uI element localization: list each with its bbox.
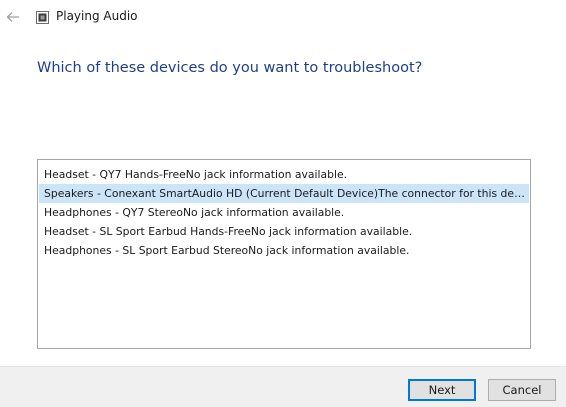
next-button[interactable]: Next <box>408 379 476 401</box>
cancel-button[interactable]: Cancel <box>488 379 556 401</box>
device-list-item[interactable]: Headphones - SL Sport Earbud StereoNo ja… <box>39 241 529 260</box>
arrow-left-icon <box>6 12 19 22</box>
title-bar: Playing Audio <box>0 0 566 34</box>
back-button[interactable] <box>4 8 22 26</box>
troubleshooter-window: Playing Audio Which of these devices do … <box>0 0 566 407</box>
device-list-item[interactable]: Headset - SL Sport Earbud Hands-FreeNo j… <box>39 222 529 241</box>
footer-bar <box>0 366 566 407</box>
audio-troubleshooter-icon <box>36 9 49 24</box>
device-list-item[interactable]: Headset - QY7 Hands-FreeNo jack informat… <box>39 165 529 184</box>
window-title: Playing Audio <box>56 9 138 23</box>
device-list-item[interactable]: Headphones - QY7 StereoNo jack informati… <box>39 203 529 222</box>
device-list[interactable]: Headset - QY7 Hands-FreeNo jack informat… <box>37 159 531 349</box>
device-list-item[interactable]: Speakers - Conexant SmartAudio HD (Curre… <box>39 184 529 203</box>
page-heading: Which of these devices do you want to tr… <box>37 60 423 76</box>
